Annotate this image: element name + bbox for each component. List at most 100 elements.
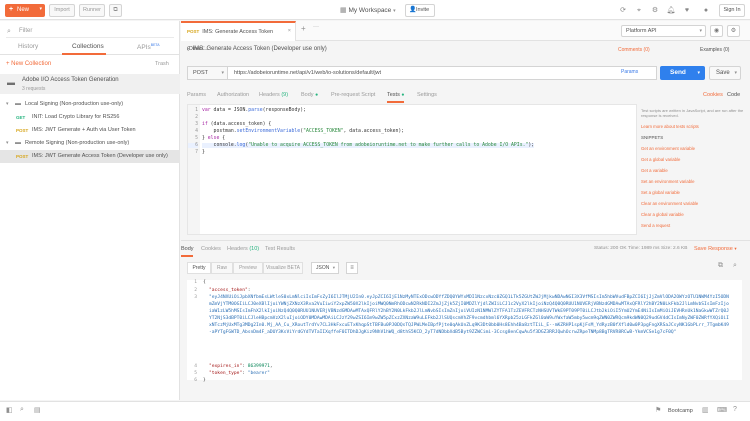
snippet-item[interactable]: Set a global variable <box>641 190 680 195</box>
request-label: IMS: JWT Generate + Auth via User Token <box>32 127 136 133</box>
line-number: 7 <box>195 150 198 155</box>
new-button[interactable]: + New ▾ <box>5 4 45 17</box>
heart-icon[interactable]: ♥ <box>681 4 693 17</box>
folder-icon: ▬ <box>15 101 21 107</box>
view-pretty-button[interactable]: Pretty <box>187 262 211 274</box>
chevron-down-icon[interactable]: ▾ <box>697 66 700 80</box>
chevron-down-icon: ▾ <box>332 265 335 270</box>
params-button[interactable]: Params <box>621 69 638 75</box>
workspace-switcher[interactable]: ▦ My Workspace ▾ <box>340 4 396 17</box>
new-window-icon[interactable]: ⧉ <box>109 4 122 17</box>
active-dot-icon: ● <box>401 92 405 98</box>
add-tab-button[interactable]: + <box>301 24 306 33</box>
tab-tests[interactable]: Tests ● <box>387 92 404 98</box>
environment-select[interactable]: Platform API ▾ <box>621 25 706 37</box>
sync-icon[interactable]: ⟳ <box>617 4 629 17</box>
search-icon[interactable]: ⌕ <box>733 262 737 270</box>
new-collection-label: New Collection <box>11 61 52 67</box>
collection-header[interactable]: ▬ Adobe I/O Access Token Generation 3 re… <box>0 74 180 94</box>
chevron-down-icon[interactable]: ▾ <box>39 6 42 12</box>
chevron-right-icon[interactable]: ▸ <box>187 46 190 52</box>
examples-link[interactable]: Examples (0) <box>700 47 729 53</box>
snippet-item[interactable]: Get a variable <box>641 168 668 173</box>
code-line: postman.setEnvironmentVariable("ACCESS_T… <box>202 129 405 134</box>
copy-icon[interactable]: ⧉ <box>718 262 723 270</box>
gear-icon[interactable]: ⚙ <box>649 4 661 17</box>
snippet-item[interactable]: Clear a global variable <box>641 212 684 217</box>
snippet-item[interactable]: Clear an environment variable <box>641 201 698 206</box>
console-icon[interactable]: ▤ <box>34 406 41 414</box>
view-preview-button[interactable]: Preview <box>233 262 263 274</box>
search-icon[interactable]: ⌕ <box>20 406 24 414</box>
close-icon[interactable]: × <box>288 23 291 40</box>
send-button[interactable]: Send ▾ <box>660 66 705 80</box>
layout-icon[interactable]: ▥ <box>702 406 709 414</box>
sidebar-request-generate-access-token[interactable]: POST IMS: JWT Generate Access Token (Dev… <box>0 150 180 163</box>
json-key: "access_token" <box>209 288 248 293</box>
folder-label: Local Signing (Non-production use-only) <box>25 101 124 107</box>
sidebar-folder-local-signing[interactable]: ▾ ▬ Local Signing (Non-production use-on… <box>0 98 180 111</box>
eye-icon[interactable]: ◉ <box>710 25 723 37</box>
method-select[interactable]: POST ▾ <box>187 66 227 80</box>
tab-collections[interactable]: Collections <box>72 43 104 50</box>
code-line: console.log("Unable to acquire ACCESS_TO… <box>202 143 535 148</box>
sidebar-request-jwt-user-token[interactable]: POST IMS: JWT Generate + Auth via User T… <box>0 124 180 137</box>
invite-button[interactable]: 👤 Invite <box>405 4 435 17</box>
code-link[interactable]: Code <box>727 92 740 98</box>
keyboard-icon[interactable]: ⌨ <box>717 406 727 414</box>
tab-history[interactable]: History <box>18 43 38 50</box>
comments-link[interactable]: Comments (0) <box>618 47 650 53</box>
new-collection-button[interactable]: + New Collection <box>6 61 51 67</box>
code-line: var data = JSON.parse(responseBody); <box>202 108 306 113</box>
save-button[interactable]: Save ▾ <box>709 66 741 80</box>
learn-more-link[interactable]: Learn more about tests scripts <box>641 124 699 129</box>
snippet-item[interactable]: Send a request <box>641 223 670 228</box>
bell-icon[interactable]: 🔔︎ <box>665 4 677 17</box>
sign-in-button[interactable]: Sign In <box>719 4 745 17</box>
url-input[interactable]: https://adobeioruntime.net/api/v1/web/io… <box>227 66 657 80</box>
format-select[interactable]: JSON ▾ <box>311 262 339 274</box>
panel-divider[interactable] <box>181 240 750 241</box>
tab-test-results[interactable]: Test Results <box>265 246 295 252</box>
chevron-down-icon[interactable]: ▾ <box>734 67 737 79</box>
sidebar-folder-remote-signing[interactable]: ▾ ▬ Remote Signing (Non-production use-o… <box>0 137 180 150</box>
tab-authorization[interactable]: Authorization <box>217 92 249 98</box>
tab-response-body[interactable]: Body <box>181 246 194 252</box>
tab-body[interactable]: Body ● <box>301 92 318 98</box>
response-body[interactable]: 1 { 2 "access_token": 3 "eyJ4NXUiOiJpbXN… <box>187 280 742 383</box>
more-icon[interactable]: ··· <box>313 24 319 30</box>
filter-placeholder: Filter <box>19 28 33 34</box>
view-raw-button[interactable]: Raw <box>211 262 233 274</box>
tab-apis[interactable]: APIsBETA <box>137 43 160 51</box>
tab-response-headers[interactable]: Headers (10) <box>227 246 259 252</box>
tab-headers[interactable]: Headers (9) <box>259 92 288 98</box>
tests-editor[interactable]: 1 var data = JSON.parse(responseBody); 2… <box>187 104 637 235</box>
access-token-value: "eyJ4NXUiOiJpbXNfbmEsLWtleS0xLmNlciIsImF… <box>209 295 729 335</box>
collection-title: Adobe I/O Access Token Generation <box>22 77 119 83</box>
tab-settings[interactable]: Settings <box>417 92 437 98</box>
bootcamp-link[interactable]: Bootcamp <box>668 408 693 414</box>
tab-pre-request-script[interactable]: Pre-request Script <box>331 92 375 98</box>
filter-input[interactable]: ⌕ Filter <box>6 25 174 38</box>
json-number: 86399971 <box>247 364 270 369</box>
snippet-item[interactable]: Set an environment variable <box>641 179 695 184</box>
wrap-lines-icon[interactable]: ≡ <box>346 262 358 274</box>
snippet-item[interactable]: Get a global variable <box>641 157 680 162</box>
snippet-item[interactable]: Get an environment variable <box>641 146 695 151</box>
sidebar-toggle-icon[interactable]: ◧ <box>6 406 13 414</box>
save-response-button[interactable]: Save Response ▾ <box>694 246 737 252</box>
help-icon[interactable]: ? <box>733 406 737 413</box>
runner-button[interactable]: Runner <box>79 4 105 17</box>
tab-response-cookies[interactable]: Cookies <box>201 246 221 252</box>
request-tab[interactable]: POST IMS: Generate Access Token (Devel...… <box>181 21 296 52</box>
sidebar-request-init[interactable]: GET INIT: Load Crypto Library for RS256 <box>0 111 180 124</box>
environment-label: Platform API <box>626 28 657 34</box>
interceptor-icon[interactable]: ⌖ <box>633 4 645 17</box>
import-button[interactable]: Import <box>49 4 75 17</box>
view-visualize-button[interactable]: Visualize BETA <box>263 262 303 274</box>
tab-params[interactable]: Params <box>187 92 206 98</box>
trash-link[interactable]: Trash <box>155 61 169 67</box>
cookies-link[interactable]: Cookies <box>703 92 723 98</box>
avatar[interactable]: ● <box>700 4 712 17</box>
gear-icon[interactable]: ⚙ <box>727 25 740 37</box>
